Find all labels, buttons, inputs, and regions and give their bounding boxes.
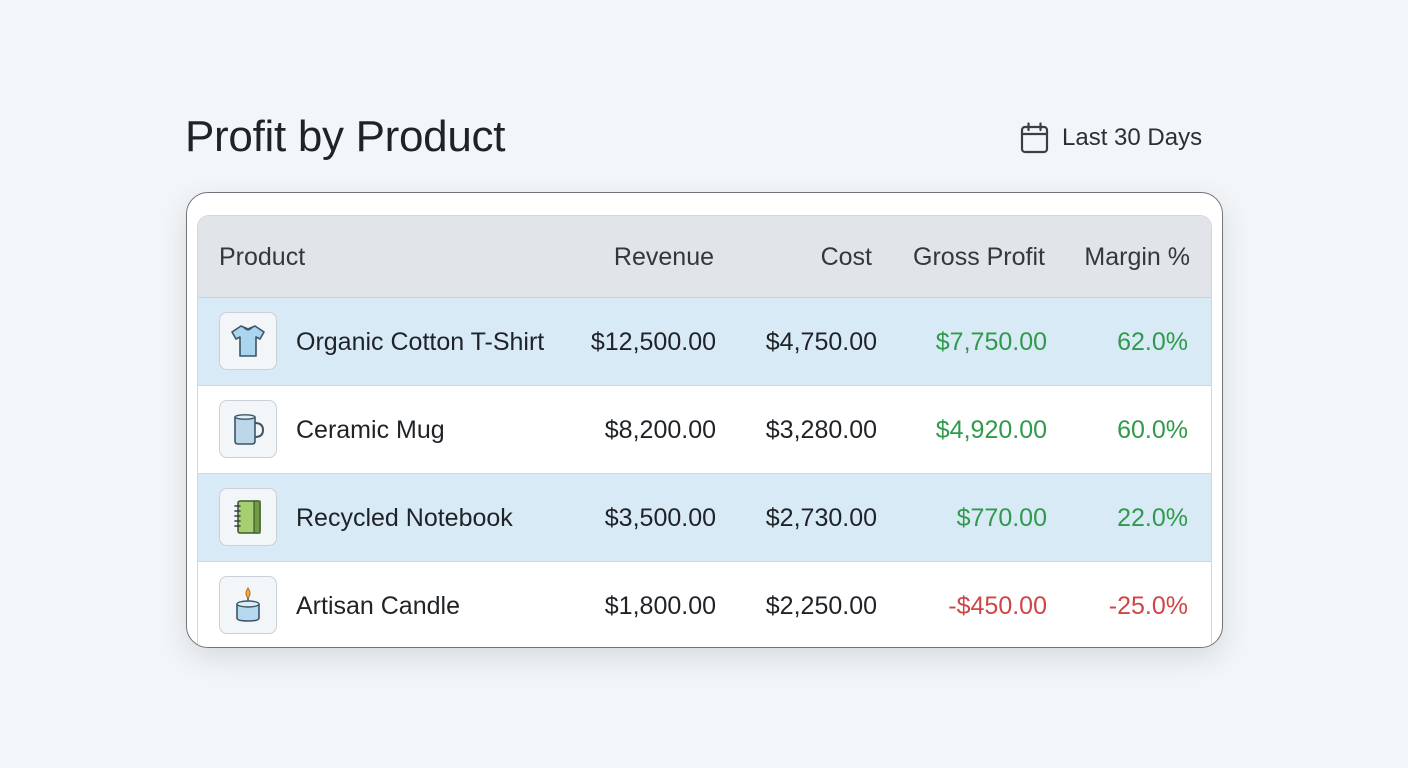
gross-profit-cell: $7,750.00 xyxy=(935,328,1047,356)
tshirt-icon xyxy=(231,325,265,357)
product-thumbnail xyxy=(219,400,277,458)
gross-profit-cell: $4,920.00 xyxy=(935,416,1047,444)
product-thumbnail xyxy=(219,488,277,546)
product-name: Ceramic Mug xyxy=(296,416,445,444)
candle-icon xyxy=(236,587,260,622)
table-row[interactable]: Organic Cotton T-Shirt $12,500.00 $4,750… xyxy=(198,298,1211,386)
notebook-icon xyxy=(234,500,261,534)
column-header-revenue[interactable]: Revenue xyxy=(614,216,714,298)
column-header-gross-profit[interactable]: Gross Profit xyxy=(913,216,1045,298)
column-header-margin[interactable]: Margin % xyxy=(1084,216,1190,298)
mug-icon xyxy=(234,414,265,445)
margin-cell: -25.0% xyxy=(1108,592,1188,620)
table-header: Product Revenue Cost Gross Profit Margin… xyxy=(198,216,1211,298)
page-title: Profit by Product xyxy=(185,112,506,161)
profit-table-card: Product Revenue Cost Gross Profit Margin… xyxy=(186,192,1223,648)
cost-cell: $4,750.00 xyxy=(765,328,877,356)
revenue-cell: $1,800.00 xyxy=(604,592,716,620)
cost-cell: $2,250.00 xyxy=(765,592,877,620)
page: Profit by Product Last 30 Days Product R… xyxy=(0,0,1408,768)
column-header-cost[interactable]: Cost xyxy=(821,216,872,298)
revenue-cell: $3,500.00 xyxy=(604,504,716,532)
profit-table: Product Revenue Cost Gross Profit Margin… xyxy=(197,215,1212,647)
revenue-cell: $12,500.00 xyxy=(590,328,716,356)
cost-cell: $3,280.00 xyxy=(765,416,877,444)
date-range-selector[interactable]: Last 30 Days xyxy=(1020,122,1202,154)
revenue-cell: $8,200.00 xyxy=(604,416,716,444)
product-name: Artisan Candle xyxy=(296,592,460,620)
product-name: Organic Cotton T-Shirt xyxy=(296,328,545,356)
product-thumbnail xyxy=(219,576,277,634)
date-range-label: Last 30 Days xyxy=(1062,124,1203,151)
product-name: Recycled Notebook xyxy=(296,504,513,532)
gross-profit-cell: -$450.00 xyxy=(948,592,1047,620)
margin-cell: 22.0% xyxy=(1117,504,1188,532)
table-row[interactable]: Ceramic Mug $8,200.00 $3,280.00 $4,920.0… xyxy=(198,386,1211,474)
calendar-icon xyxy=(1020,122,1049,154)
table-row[interactable]: Recycled Notebook $3,500.00 $2,730.00 $7… xyxy=(198,474,1211,562)
cost-cell: $2,730.00 xyxy=(765,504,877,532)
product-thumbnail xyxy=(219,312,277,370)
margin-cell: 62.0% xyxy=(1117,328,1188,356)
gross-profit-cell: $770.00 xyxy=(956,504,1047,532)
margin-cell: 60.0% xyxy=(1117,416,1188,444)
column-header-product[interactable]: Product xyxy=(219,216,305,298)
table-row[interactable]: Artisan Candle $1,800.00 $2,250.00 -$450… xyxy=(198,562,1211,647)
